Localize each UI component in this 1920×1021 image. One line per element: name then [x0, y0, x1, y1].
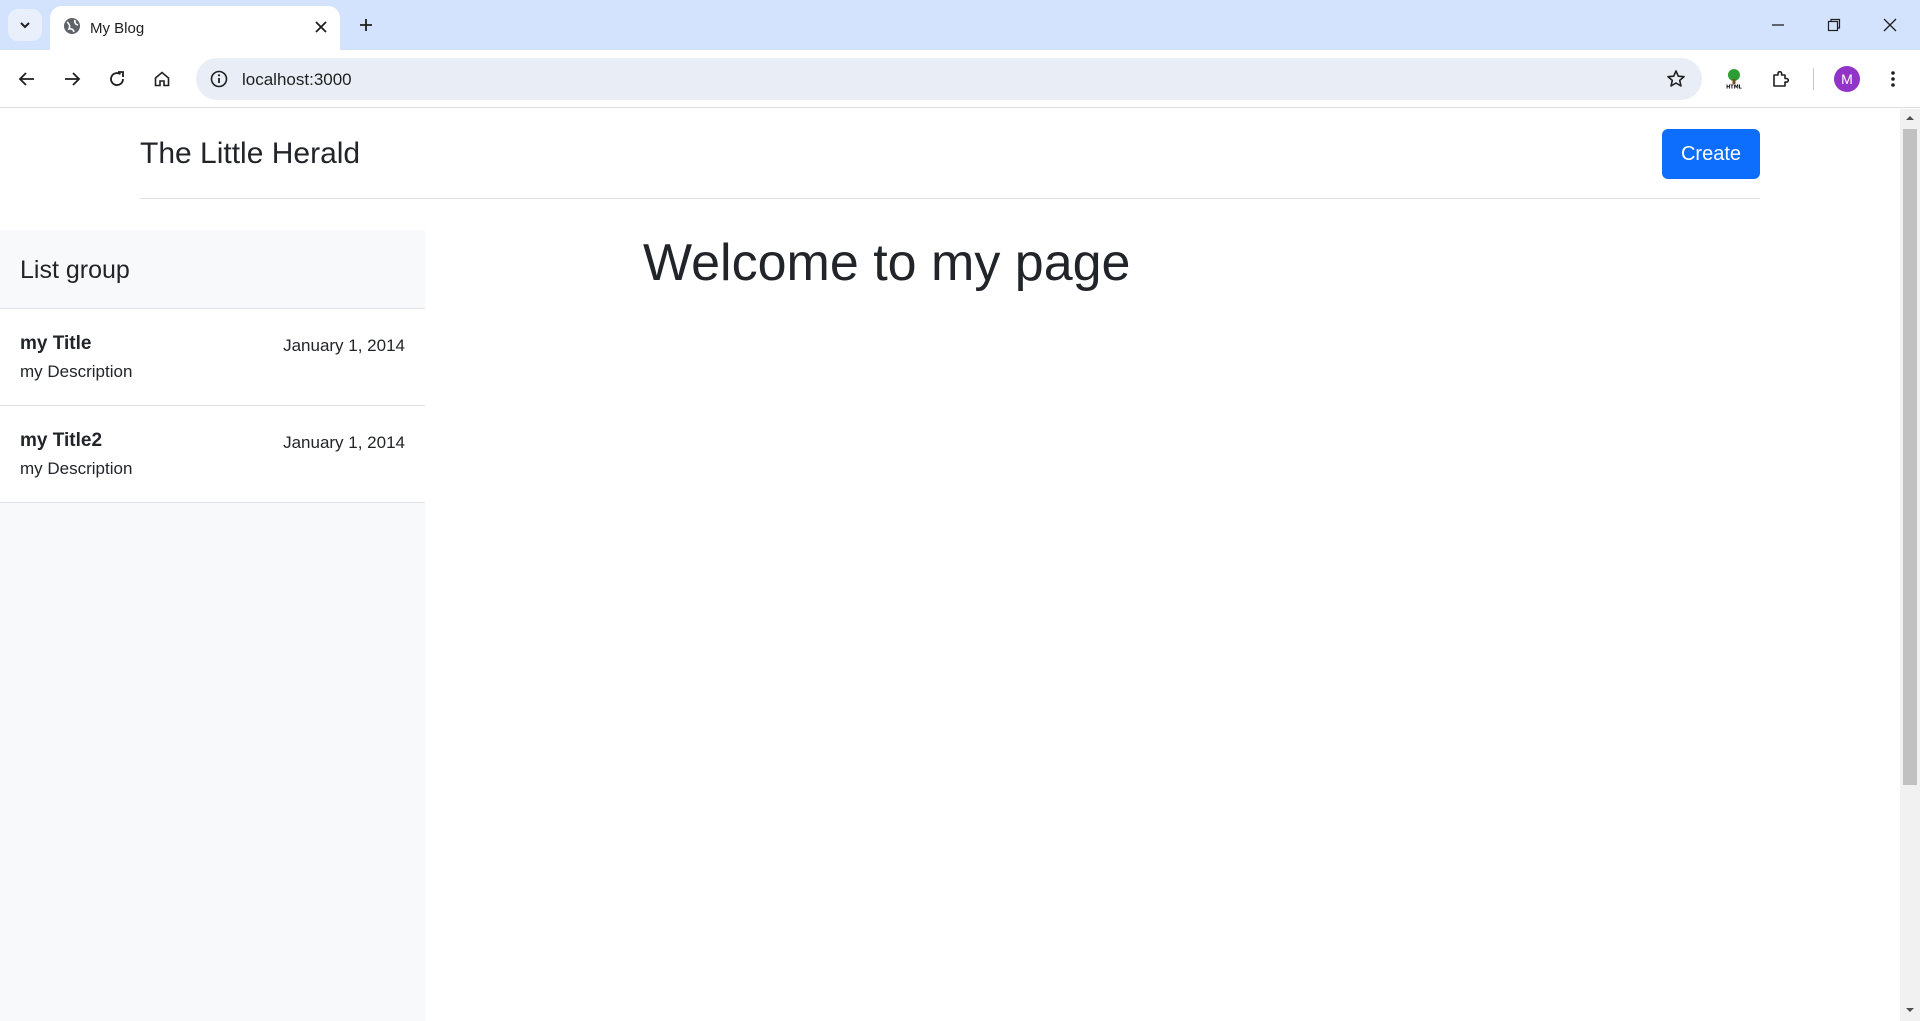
extensions-button[interactable] — [1764, 62, 1798, 96]
chevron-down-icon — [20, 22, 30, 29]
plus-icon — [360, 19, 372, 31]
home-button[interactable] — [145, 62, 179, 96]
scroll-up-arrow-icon[interactable] — [1905, 113, 1915, 123]
back-button[interactable] — [10, 62, 44, 96]
puzzle-icon — [1773, 70, 1790, 87]
close-icon — [1883, 18, 1897, 32]
page-heading: Welcome to my page — [643, 234, 1131, 292]
post-date: January 1, 2014 — [283, 336, 405, 355]
sidebar: List group my Title January 1, 2014 my D… — [0, 230, 425, 1021]
create-button[interactable]: Create — [1662, 129, 1760, 179]
list-item[interactable]: my Title2 January 1, 2014 my Description — [0, 406, 425, 503]
star-icon — [1667, 70, 1685, 87]
list-item[interactable]: my Title January 1, 2014 my Description — [0, 309, 425, 406]
post-description: my Description — [20, 362, 133, 381]
address-bar[interactable]: localhost:3000 — [196, 58, 1702, 100]
new-tab-button[interactable] — [352, 11, 380, 39]
restore-button[interactable] — [1806, 0, 1862, 50]
restore-icon — [1827, 18, 1841, 32]
post-title: my Title2 — [20, 430, 103, 451]
tree-extension-icon: HTML — [1725, 69, 1743, 91]
close-icon — [315, 21, 327, 33]
forward-button[interactable] — [55, 62, 89, 96]
svg-text:HTML: HTML — [1726, 85, 1743, 91]
home-icon — [154, 71, 170, 87]
url-text[interactable]: localhost:3000 — [242, 70, 352, 90]
bookmark-button[interactable] — [1662, 65, 1690, 93]
arrow-left-icon — [18, 72, 34, 86]
globe-icon — [64, 18, 80, 34]
tab-strip: My Blog — [0, 0, 1920, 50]
extension-html-tree-button[interactable]: HTML — [1717, 62, 1751, 96]
site-info-button[interactable] — [204, 64, 234, 94]
reload-icon — [110, 71, 124, 86]
close-window-button[interactable] — [1862, 0, 1918, 50]
post-date: January 1, 2014 — [283, 433, 405, 452]
tab-title: My Blog — [90, 20, 145, 37]
site-header: The Little Herald Create — [140, 109, 1760, 199]
page-scrollbar[interactable] — [1900, 109, 1920, 1021]
post-description: my Description — [20, 459, 133, 478]
arrow-right-icon — [65, 72, 81, 86]
sidebar-heading-text: List group — [20, 256, 130, 284]
browser-window: My Blog localhost:3000 HTML M The Little… — [0, 0, 1920, 1021]
post-title: my Title — [20, 333, 92, 354]
browser-tab[interactable]: My Blog — [50, 6, 340, 50]
site-brand[interactable]: The Little Herald — [140, 137, 360, 171]
minimize-icon — [1772, 24, 1784, 26]
scrollbar-thumb[interactable] — [1903, 129, 1917, 785]
info-icon — [210, 70, 228, 88]
page-viewport: The Little Herald Create List group my T… — [0, 109, 1900, 1021]
profile-avatar[interactable]: M — [1834, 66, 1860, 92]
browser-toolbar: localhost:3000 HTML — [0, 50, 1920, 108]
scroll-down-arrow-icon[interactable] — [1905, 1005, 1915, 1015]
toolbar-divider — [1813, 68, 1814, 90]
more-vertical-icon — [1891, 71, 1895, 87]
tab-close-button[interactable] — [310, 16, 332, 38]
reload-button[interactable] — [100, 62, 134, 96]
sidebar-heading: List group — [0, 230, 425, 309]
browser-menu-button[interactable] — [1876, 62, 1910, 96]
minimize-button[interactable] — [1750, 0, 1806, 50]
tab-search-button[interactable] — [8, 9, 42, 41]
